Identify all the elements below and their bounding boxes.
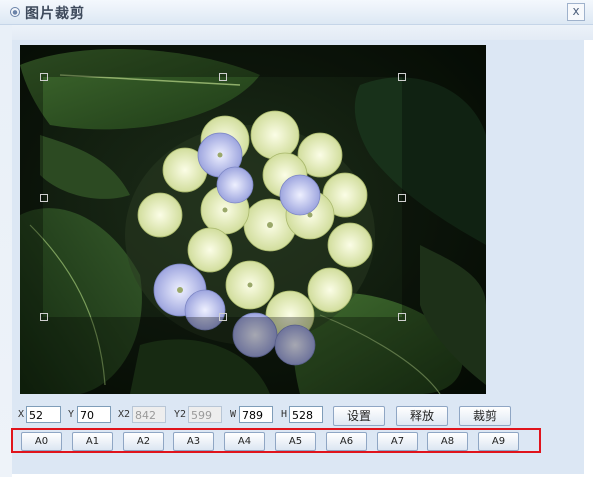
preset-button-a0[interactable]: A0 (21, 432, 62, 451)
h-label: H (281, 409, 288, 420)
panel-edge-top (12, 25, 593, 40)
preset-button-a3[interactable]: A3 (173, 432, 214, 451)
preset-button-a2[interactable]: A2 (123, 432, 164, 451)
preset-button-a5[interactable]: A5 (275, 432, 316, 451)
crop-handle-w[interactable] (40, 194, 48, 202)
w-field[interactable]: 789 (239, 406, 273, 423)
preset-button-a4[interactable]: A4 (224, 432, 265, 451)
crop-handle-se[interactable] (398, 313, 406, 321)
close-icon: x (572, 4, 580, 18)
crop-image[interactable] (20, 45, 486, 394)
x2-field: 842 (132, 406, 166, 423)
crop-handle-e[interactable] (398, 194, 406, 202)
y2-field: 599 (188, 406, 222, 423)
panel-edge-left (0, 25, 12, 477)
preset-button-a6[interactable]: A6 (326, 432, 367, 451)
crop-dialog: 图片裁剪 x X 52 Y 70 X2 842 Y2 599 W 789 H 5… (0, 0, 593, 477)
preset-button-a8[interactable]: A8 (427, 432, 468, 451)
hydrangea-photo (20, 45, 486, 394)
crop-handle-n[interactable] (219, 73, 227, 81)
h-field[interactable]: 528 (289, 406, 323, 423)
crop-handle-sw[interactable] (40, 313, 48, 321)
dialog-titlebar: 图片裁剪 x (0, 0, 593, 25)
x-label: X (18, 409, 25, 420)
y-field[interactable]: 70 (77, 406, 111, 423)
y2-label: Y2 (174, 409, 187, 420)
crop-handle-ne[interactable] (398, 73, 406, 81)
crop-handle-nw[interactable] (40, 73, 48, 81)
x2-label: X2 (118, 409, 131, 420)
close-button[interactable]: x (567, 3, 585, 21)
crop-button[interactable]: 裁剪 (459, 406, 511, 426)
release-button[interactable]: 释放 (396, 406, 448, 426)
dialog-title: 图片裁剪 (25, 6, 85, 22)
set-button[interactable]: 设置 (333, 406, 385, 426)
preset-button-a7[interactable]: A7 (377, 432, 418, 451)
y-label: Y (68, 409, 75, 420)
crop-handle-s[interactable] (219, 313, 227, 321)
w-label: W (230, 409, 237, 420)
preset-button-a1[interactable]: A1 (72, 432, 113, 451)
circle-dot-icon (10, 7, 20, 17)
x-field[interactable]: 52 (26, 406, 61, 423)
preset-button-a9[interactable]: A9 (478, 432, 519, 451)
